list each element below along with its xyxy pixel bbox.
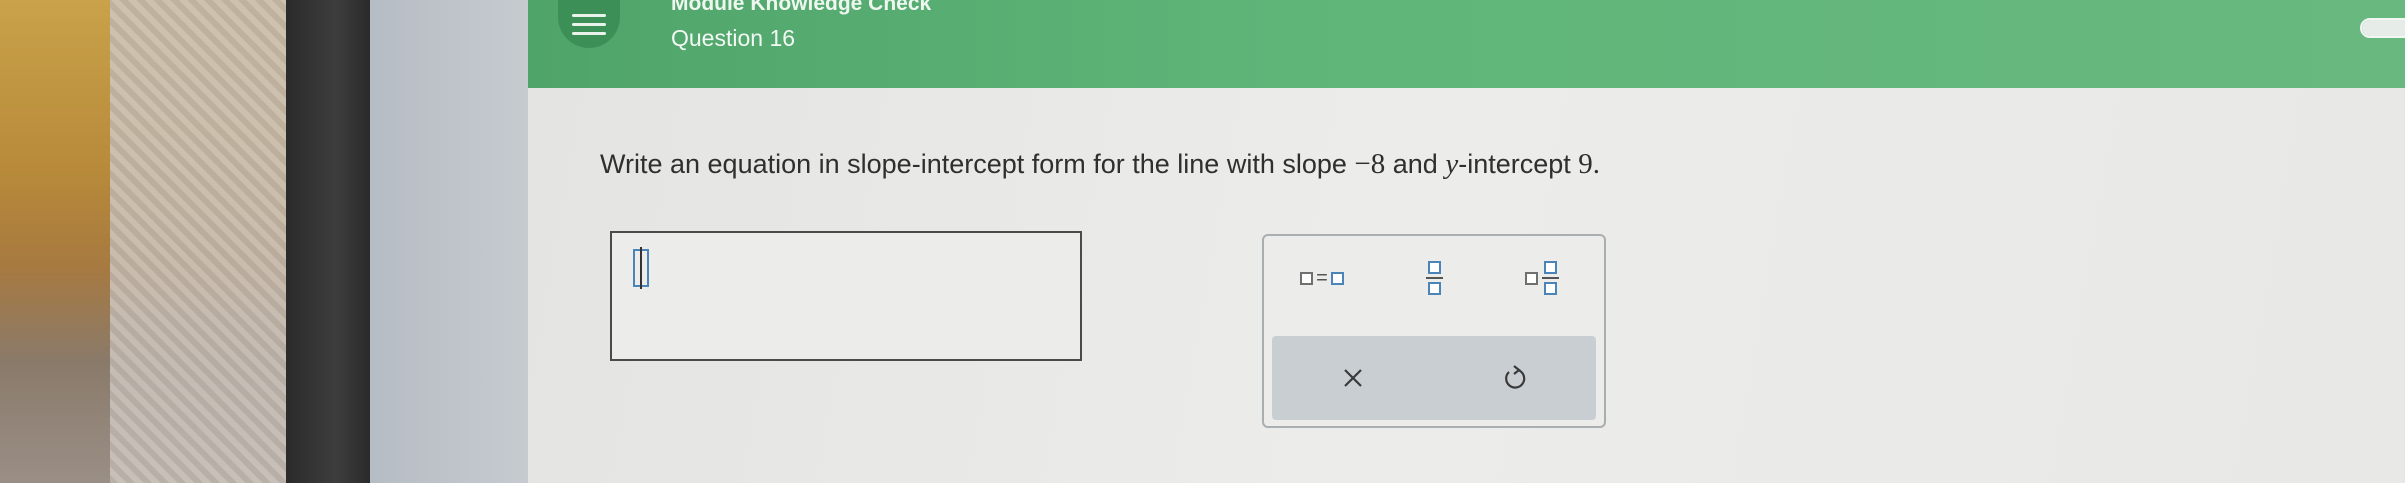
prompt-text-3: -intercept: [1458, 149, 1579, 179]
intercept-value: 9: [1578, 148, 1593, 180]
prompt-text-2: and: [1385, 149, 1446, 179]
equals-symbol: =: [1316, 266, 1328, 289]
question-panel: Write an equation in slope-intercept for…: [528, 88, 2405, 483]
input-cursor-icon: [633, 247, 649, 289]
undo-icon: [1505, 365, 1526, 389]
question-prompt: Write an equation in slope-intercept for…: [600, 148, 1600, 181]
mixed-number-icon: [1525, 261, 1559, 295]
prompt-period: .: [1592, 148, 1601, 180]
answer-input[interactable]: [610, 231, 1082, 361]
clear-icon: [1344, 369, 1362, 387]
module-title: Module Knowledge Check: [671, 0, 932, 15]
mixed-number-button[interactable]: [1512, 258, 1572, 298]
menu-button[interactable]: [558, 0, 620, 48]
screen: Module Knowledge Check Question 16 Write…: [370, 0, 2405, 483]
monitor-bezel: [286, 0, 370, 483]
clear-button[interactable]: [1272, 336, 1434, 420]
hamburger-icon: [572, 13, 606, 35]
question-number: Question 16: [671, 25, 796, 51]
equation-icon: =: [1300, 267, 1344, 290]
y-variable: y: [1445, 148, 1459, 180]
undo-button[interactable]: [1434, 336, 1596, 420]
math-keypad: =: [1262, 234, 1606, 428]
background-surroundings: [0, 0, 300, 483]
keypad-action-bar: [1272, 336, 1596, 420]
fraction-button[interactable]: [1414, 258, 1454, 298]
fraction-icon: [1425, 261, 1443, 295]
left-sidebar-strip: [370, 0, 528, 483]
equation-button[interactable]: =: [1282, 258, 1362, 298]
progress-bar-fill: [2362, 20, 2405, 36]
progress-bar: [2360, 18, 2405, 38]
header-bar: Module Knowledge Check Question 16: [528, 0, 2405, 88]
prompt-text-1: Write an equation in slope-intercept for…: [600, 149, 1355, 179]
slope-value: −8: [1354, 148, 1386, 180]
